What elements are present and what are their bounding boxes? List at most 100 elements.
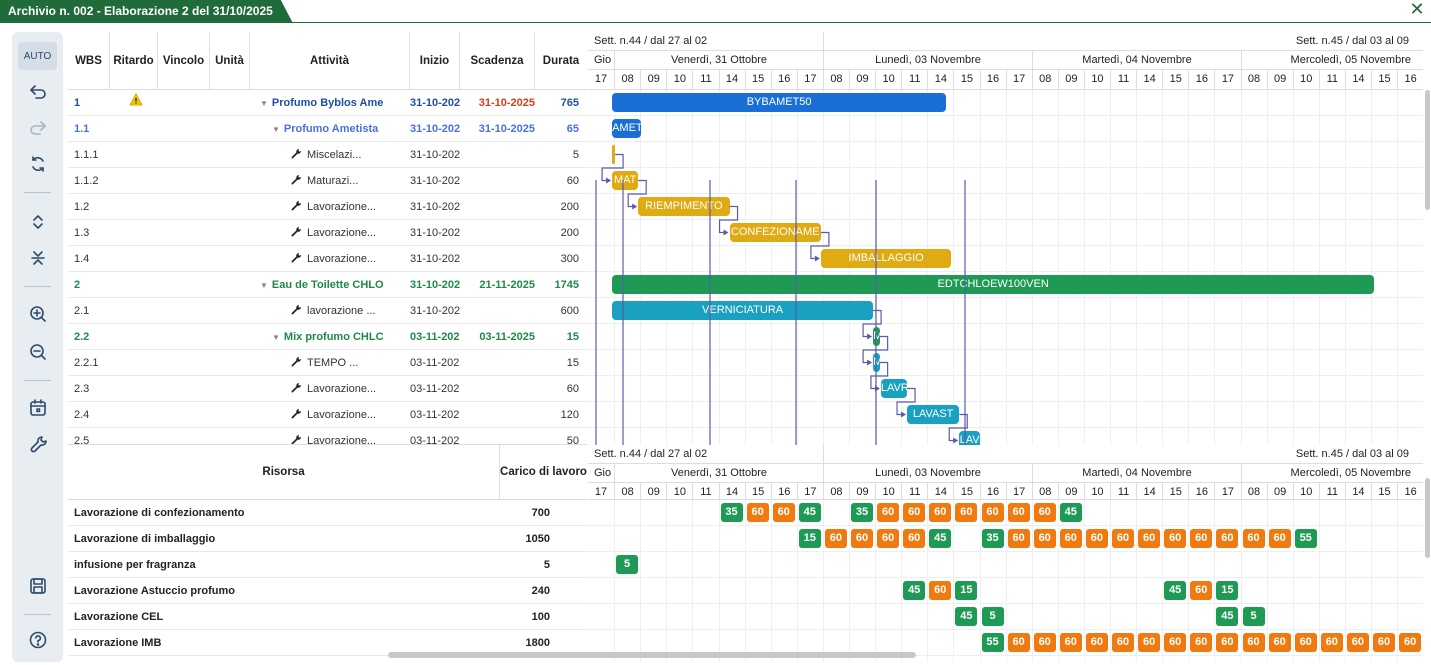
resource-name: Lavorazione Astuccio profumo <box>74 585 235 597</box>
resource-row[interactable]: Lavorazione CEL 100 <box>68 604 587 630</box>
collapse-caret-icon[interactable]: ▼ <box>272 333 280 342</box>
calendar-icon[interactable] <box>18 394 57 422</box>
gantt-bar[interactable]: MAT <box>612 171 639 190</box>
hour-label: 09 <box>1057 70 1084 89</box>
auto-button[interactable]: AUTO <box>18 42 57 70</box>
activity-cell[interactable]: lavorazione ... <box>250 298 410 324</box>
collapse-icon[interactable] <box>18 244 57 272</box>
collapse-caret-icon[interactable]: ▼ <box>272 125 280 134</box>
help-icon[interactable] <box>18 626 57 654</box>
activity-cell[interactable]: TEMPO ... <box>250 350 410 376</box>
gantt-bar[interactable]: LAV <box>959 431 981 445</box>
vertical-scrollbar[interactable] <box>1425 90 1430 210</box>
load-chip: 60 <box>877 529 900 548</box>
gantt-bar[interactable]: IMBALLAGGIO <box>820 249 952 268</box>
col-header-inizio[interactable]: Inizio <box>410 32 460 90</box>
table-row[interactable]: 2.4 Lavorazione... 03-11-2025 120 <box>68 402 587 428</box>
col-header-vincolo[interactable]: Vincolo <box>158 32 210 90</box>
gantt-bar[interactable]: VERNICIATURA <box>612 301 874 320</box>
table-row[interactable]: 1.4 Lavorazione... 31-10-2025 300 <box>68 246 587 272</box>
table-row[interactable]: 1▼Profumo Byblos Ame31-10-202531-10-2025… <box>68 90 587 116</box>
table-row[interactable]: 1.3 Lavorazione... 31-10-2025 200 <box>68 220 587 246</box>
activity-cell[interactable]: Maturazi... <box>250 168 410 194</box>
table-row[interactable]: 1.1▼Profumo Ametista31-10-202531-10-2025… <box>68 116 587 142</box>
hour-label: 08 <box>614 483 640 502</box>
hour-label: 16 <box>979 483 1006 502</box>
table-row[interactable]: 2▼Eau de Toilette CHLO31-10-202521-11-20… <box>68 272 587 298</box>
gantt-bar[interactable]: AMET <box>612 119 641 138</box>
table-row[interactable]: 1.1.2 Maturazi... 31-10-2025 60 <box>68 168 587 194</box>
gantt-bar[interactable]: M <box>873 327 880 346</box>
col-header-risorsa[interactable]: Risorsa <box>68 445 500 500</box>
table-row[interactable]: 2.1 lavorazione ... 31-10-2025 600 <box>68 298 587 324</box>
zoom-out-icon[interactable] <box>18 338 57 366</box>
col-header-ritardo[interactable]: Ritardo <box>110 32 158 90</box>
wbs-cell: 1.3 <box>74 227 90 239</box>
deadline-cell: 21-11-2025 <box>479 279 535 291</box>
hour-label: 10 <box>1083 483 1110 502</box>
col-header-scadenza[interactable]: Scadenza <box>460 32 535 90</box>
activity-cell[interactable]: Lavorazione... <box>250 220 410 246</box>
load-chip: 60 <box>955 503 978 522</box>
start-cell: 03-11-2025 <box>410 331 460 343</box>
activity-cell[interactable]: Lavorazione... <box>250 376 410 402</box>
redo-icon[interactable] <box>18 114 57 142</box>
gantt-bar[interactable]: M <box>873 353 880 372</box>
hour-label: 10 <box>1292 70 1319 89</box>
hour-label: 17 <box>1005 483 1032 502</box>
activity-cell[interactable]: Lavorazione... <box>250 402 410 428</box>
col-header-unita[interactable]: Unità <box>210 32 250 90</box>
resource-row[interactable]: infusione per fragranza 5 <box>68 552 587 578</box>
table-row[interactable]: 1.1.1 Miscelazi... 31-10-2025 5 <box>68 142 587 168</box>
grid-line <box>692 90 694 445</box>
expand-icon[interactable] <box>18 208 57 236</box>
vertical-scrollbar[interactable] <box>1425 478 1430 558</box>
activity-cell[interactable]: ▼ Profumo Ametista <box>250 116 410 142</box>
col-header-durata[interactable]: Durata <box>535 32 587 90</box>
grid-line <box>1162 90 1164 445</box>
activity-cell[interactable]: Lavorazione... <box>250 246 410 272</box>
save-icon[interactable] <box>18 572 57 600</box>
collapse-caret-icon[interactable]: ▼ <box>260 281 268 290</box>
activity-cell[interactable]: Lavorazione... <box>250 428 410 444</box>
activity-label: TEMPO ... <box>307 357 359 369</box>
undo-icon[interactable] <box>18 78 57 106</box>
col-header-wbs[interactable]: WBS <box>68 32 110 90</box>
table-row[interactable]: 2.5 Lavorazione... 03-11-2025 50 <box>68 428 587 444</box>
gantt-bar[interactable]: RIEMPIMENTO <box>638 197 730 216</box>
load-chip: 60 <box>903 503 926 522</box>
horizontal-scrollbar[interactable] <box>388 652 916 658</box>
table-row[interactable]: 2.3 Lavorazione... 03-11-2025 60 <box>68 376 587 402</box>
wrench-settings-icon[interactable] <box>18 430 57 458</box>
hour-label: 08 <box>1031 70 1058 89</box>
activity-cell[interactable]: Miscelazi... <box>250 142 410 168</box>
gantt-bar[interactable]: LAVAST <box>907 405 960 424</box>
gantt-bar[interactable] <box>612 145 616 164</box>
activity-cell[interactable]: ▼ Eau de Toilette CHLO <box>250 272 410 298</box>
col-header-attivita[interactable]: Attività <box>250 32 410 90</box>
col-header-carico[interactable]: Carico di lavoro <box>500 445 587 500</box>
table-row[interactable]: 2.2.1 TEMPO ... 03-11-2025 15 <box>68 350 587 376</box>
refresh-icon[interactable] <box>18 150 57 178</box>
gantt-bar[interactable]: CONFEZIONAME <box>729 223 821 242</box>
grid-line <box>1397 90 1399 445</box>
table-row[interactable]: 1.2 Lavorazione... 31-10-2025 200 <box>68 194 587 220</box>
activity-label: Eau de Toilette CHLO <box>271 279 384 291</box>
gantt-bar[interactable]: BYBAMET50 <box>612 93 947 112</box>
activity-cell[interactable]: ▼ Mix profumo CHLC <box>250 324 410 350</box>
gantt-bar[interactable]: EDTCHLOEW100VEN <box>612 275 1375 294</box>
resource-row[interactable]: Lavorazione di imballaggio 1050 <box>68 526 587 552</box>
activity-cell[interactable]: ▼ Profumo Byblos Ame <box>250 90 410 116</box>
resource-row[interactable]: Lavorazione Astuccio profumo 240 <box>68 578 587 604</box>
grid-line <box>1005 90 1007 445</box>
activity-label: lavorazione ... <box>307 305 376 317</box>
gantt-bar[interactable]: LAVR <box>880 379 908 398</box>
zoom-in-icon[interactable] <box>18 300 57 328</box>
close-icon[interactable]: ✕ <box>1409 0 1425 20</box>
wbs-cell: 1.2 <box>74 201 90 213</box>
collapse-caret-icon[interactable]: ▼ <box>260 99 268 108</box>
table-row[interactable]: 2.2▼Mix profumo CHLC03-11-202503-11-2025… <box>68 324 587 350</box>
resource-row[interactable]: Lavorazione di confezionamento 700 <box>68 500 587 526</box>
activity-cell[interactable]: Lavorazione... <box>250 194 410 220</box>
row-line <box>588 245 1423 246</box>
